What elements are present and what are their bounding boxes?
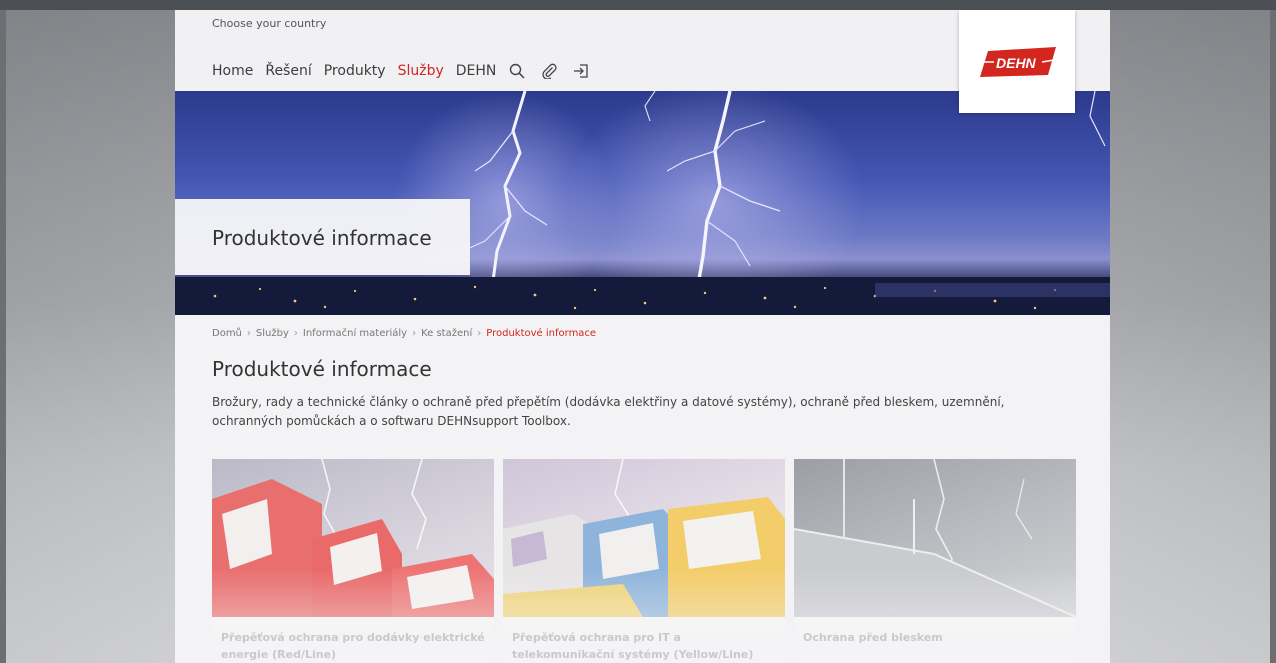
choose-country-link[interactable]: Choose your country <box>212 17 326 30</box>
nav-sluzby[interactable]: Služby <box>398 63 444 79</box>
card-yellow-line[interactable]: Přepěťová ochrana pro IT a telekomunikač… <box>503 459 785 663</box>
paperclip-icon[interactable] <box>540 62 558 80</box>
breadcrumb-separator-icon: › <box>293 328 298 339</box>
search-icon[interactable] <box>508 62 526 80</box>
breadcrumb-item-sluzby[interactable]: Služby <box>256 328 289 339</box>
card-title[interactable]: Ochrana před bleskem <box>803 629 1068 646</box>
nav-reseni[interactable]: Řešení <box>265 63 311 79</box>
hero-title: Produktové informace <box>212 226 432 250</box>
page-title: Produktové informace <box>212 357 432 381</box>
breadcrumb-item-ke-stazeni[interactable]: Ke stažení <box>421 328 472 339</box>
page-description: Brožury, rady a technické články o ochra… <box>212 395 1005 428</box>
dehn-logo[interactable]: DEHN <box>959 10 1075 113</box>
breadcrumb-item-current: Produktové informace <box>486 328 597 339</box>
card-fade <box>794 569 1076 663</box>
logo-text: DEHN <box>996 55 1037 71</box>
hero-title-box: Produktové informace <box>175 199 470 275</box>
nav-produkty[interactable]: Produkty <box>324 63 386 79</box>
browser-top-bar <box>0 0 1276 10</box>
breadcrumb: Domů › Služby › Informační materiály › K… <box>212 328 596 339</box>
web-page: Choose your country Home Řešení Produkty… <box>175 10 1110 663</box>
card-red-line[interactable]: Přepěťová ochrana pro dodávky elektrické… <box>212 459 494 663</box>
breadcrumb-item-informacni-materialy[interactable]: Informační materiály <box>303 328 407 339</box>
main-nav: Home Řešení Produkty Služby DEHN <box>212 60 604 82</box>
breadcrumb-item-domu[interactable]: Domů <box>212 328 242 339</box>
login-icon[interactable] <box>572 62 590 80</box>
nav-dehn[interactable]: DEHN <box>456 63 497 79</box>
card-title[interactable]: Přepěťová ochrana pro IT a telekomunikač… <box>512 629 777 663</box>
card-grid: Přepěťová ochrana pro dodávky elektrické… <box>212 459 1076 663</box>
card-lightning-protection[interactable]: Ochrana před bleskem <box>794 459 1076 663</box>
breadcrumb-separator-icon: › <box>412 328 417 339</box>
breadcrumb-separator-icon: › <box>246 328 251 339</box>
breadcrumb-separator-icon: › <box>477 328 482 339</box>
nav-home[interactable]: Home <box>212 63 253 79</box>
card-title[interactable]: Přepěťová ochrana pro dodávky elektrické… <box>221 629 486 663</box>
dehn-logo-mark: DEHN <box>980 46 1056 77</box>
